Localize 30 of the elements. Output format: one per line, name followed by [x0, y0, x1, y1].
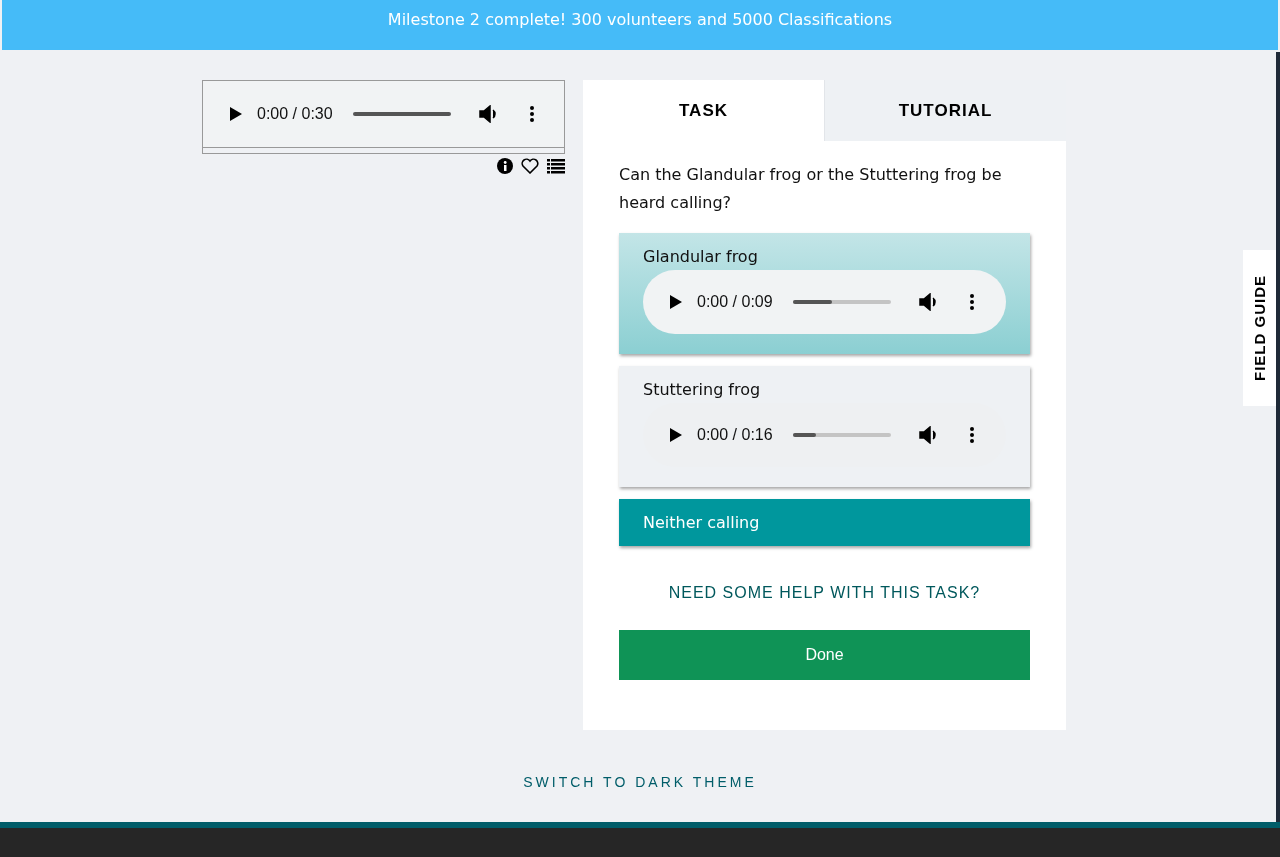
volume-icon[interactable] [918, 426, 939, 444]
play-icon[interactable] [229, 106, 243, 122]
answer-option[interactable]: Stuttering frog 0:00 / 0:16 [619, 366, 1030, 487]
audio-time: 0:00 / 0:09 [697, 293, 773, 311]
play-icon[interactable] [669, 427, 683, 443]
answer-label: Stuttering frog [643, 380, 762, 399]
volume-icon[interactable] [478, 105, 499, 123]
answer-label: Glandular frog [643, 247, 759, 266]
milestone-banner: Milestone 2 complete! 300 volunteers and 5000 Classifications [2, 0, 1278, 50]
heart-icon[interactable] [521, 158, 539, 174]
audio-time: 0:00 / 0:30 [257, 105, 333, 123]
audio-progress-track[interactable] [792, 300, 891, 304]
answer-option[interactable]: Glandular frog 0:00 / 0:09 [619, 233, 1030, 354]
more-options-icon[interactable] [968, 293, 975, 311]
done-button[interactable]: Done [619, 630, 1030, 680]
task-question: Can the Glandular frog or the Stuttering frog be heard calling? [619, 164, 1003, 214]
help-link[interactable]: NEED SOME HELP WITH THIS TASK? [668, 584, 981, 602]
field-guide-tab[interactable]: FIELD GUIDE [1243, 250, 1276, 406]
more-options-icon[interactable] [968, 426, 975, 444]
audio-progress-track[interactable] [792, 433, 891, 437]
list-icon[interactable] [547, 158, 565, 174]
more-options-icon[interactable] [528, 105, 535, 123]
volume-icon[interactable] [918, 293, 939, 311]
panel-tab[interactable]: TUTORIAL [824, 80, 1066, 141]
theme-toggle-link[interactable]: SWITCH TO DARK THEME [523, 774, 757, 790]
audio-progress-track[interactable] [352, 112, 451, 116]
answer-button[interactable]: Neither calling [619, 499, 1030, 546]
info-icon[interactable] [497, 158, 513, 174]
play-icon[interactable] [669, 294, 683, 310]
audio-time: 0:00 / 0:16 [697, 426, 773, 444]
